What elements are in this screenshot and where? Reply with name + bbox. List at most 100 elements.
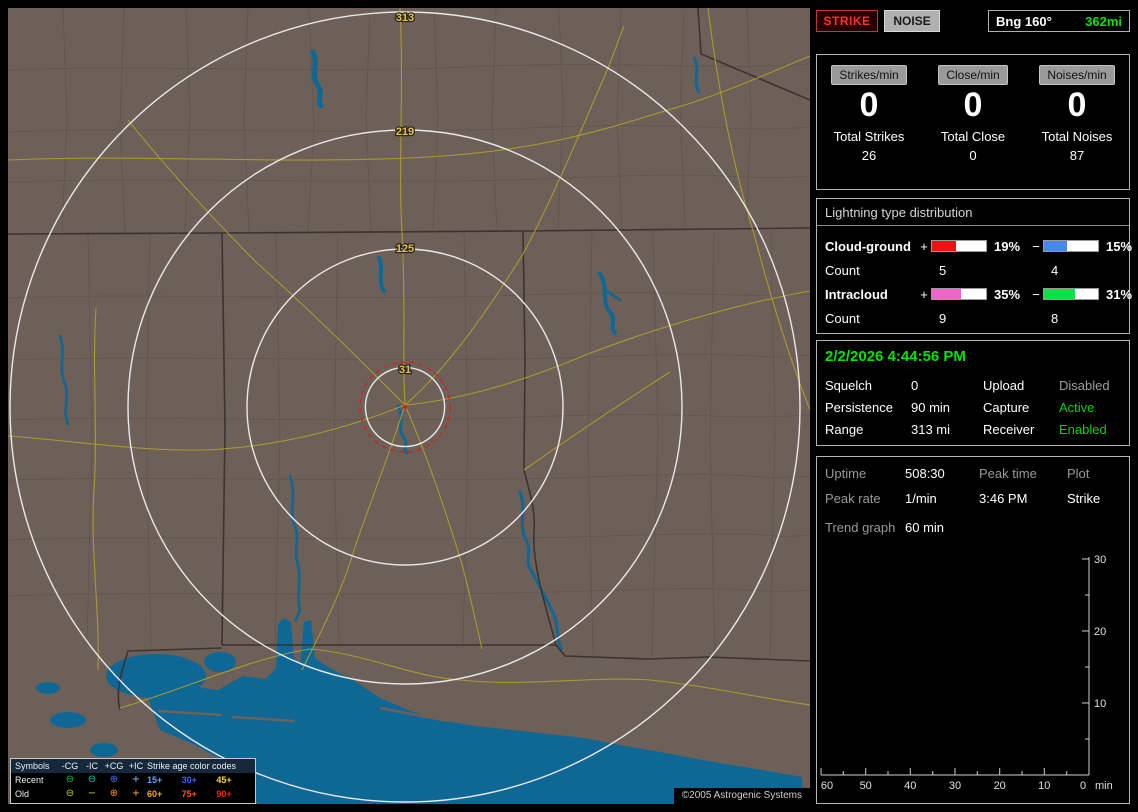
pos-ic-recent-icon: + xyxy=(131,774,141,785)
noises-column: Noises/min 0 Total Noises 87 xyxy=(1025,55,1129,189)
bearing-value: Bng 160° xyxy=(996,13,1052,29)
copyright-text: ©2005 Astrogenic Systems xyxy=(673,788,810,804)
map-legend: Symbols -CG -IC +CG +IC Strike age color… xyxy=(10,758,256,804)
squelch-value: 0 xyxy=(911,378,919,393)
lightning-map[interactable]: 313 219 125 31 Symbols -CG -IC +CG +IC S… xyxy=(8,8,810,804)
distance-value: 362mi xyxy=(1085,13,1122,29)
minus-sign: − xyxy=(1032,238,1040,254)
persistence-value: 90 min xyxy=(911,400,951,415)
legend-recent-label: Recent xyxy=(15,775,44,785)
range-ring-label: 31 xyxy=(399,364,411,376)
age-60: 60+ xyxy=(147,789,163,799)
trend-x-major-ticks xyxy=(820,768,1090,775)
age-15: 15+ xyxy=(147,775,163,785)
trend-graph-row: Trend graph 60 min xyxy=(825,520,1121,535)
capture-status: Active xyxy=(1059,400,1095,415)
total-strikes-value: 26 xyxy=(861,148,877,164)
range-ring-label: 219 xyxy=(396,126,414,138)
cloud-ground-count-row: Count 5 4 xyxy=(825,258,1121,282)
legend-col-neg-cg: -CG xyxy=(61,761,79,771)
y-tick-10: 10 xyxy=(1094,698,1106,710)
neg-ic-recent-icon: ⊖ xyxy=(87,774,97,785)
total-close-value: 0 xyxy=(969,148,977,164)
intracloud-row: Intracloud + 35% − 31% xyxy=(825,282,1132,306)
total-close-label: Total Close xyxy=(940,129,1006,145)
close-column: Close/min 0 Total Close 0 xyxy=(921,55,1025,189)
cg-minus-bar-fill xyxy=(1044,241,1067,251)
ic-plus-bar-fill xyxy=(932,289,962,299)
plot-label: Plot xyxy=(1067,466,1090,481)
receiver-marker xyxy=(402,404,408,410)
x-tick-40: 40 xyxy=(904,780,916,792)
trend-graph-label: Trend graph xyxy=(825,520,896,535)
toolbar: STRIKE NOISE Bng 160° 362mi xyxy=(816,8,1130,34)
total-strikes-label: Total Strikes xyxy=(833,129,905,145)
capture-label: Capture xyxy=(983,400,1030,415)
legend-col-pos-ic: +IC xyxy=(128,761,144,771)
ic-minus-bar xyxy=(1043,288,1099,300)
peak-time-label: Peak time xyxy=(979,466,1037,481)
legend-recent-row: Recent ⊖ ⊖ ⊕ + 15+ 30+ 45+ xyxy=(11,773,255,787)
receiver-label: Receiver xyxy=(983,422,1035,437)
close-per-min-chip[interactable]: Close/min xyxy=(938,65,1008,85)
strikes-per-min-chip[interactable]: Strikes/min xyxy=(831,65,907,85)
intracloud-label: Intracloud xyxy=(825,286,888,302)
noise-button[interactable]: NOISE xyxy=(884,10,940,32)
ic-plus-count: 9 xyxy=(939,310,947,326)
range-ring-label: 313 xyxy=(396,12,414,24)
neg-cg-recent-icon: ⊖ xyxy=(65,774,75,785)
count-label: Count xyxy=(825,310,860,326)
noises-per-min-chip[interactable]: Noises/min xyxy=(1039,65,1115,85)
range-label: Range xyxy=(825,422,864,437)
age-90: 90+ xyxy=(216,789,232,799)
clock-box: 2/2/2026 4:44:56 PM Squelch 0 Upload Dis… xyxy=(816,340,1130,446)
uptime-label: Uptime xyxy=(825,466,867,481)
minus-sign: − xyxy=(1032,286,1040,302)
cg-plus-bar xyxy=(931,240,987,252)
close-per-min-value: 0 xyxy=(963,86,983,124)
upload-label: Upload xyxy=(983,378,1025,393)
plus-sign: + xyxy=(920,238,928,254)
ic-minus-percent: 31% xyxy=(1106,286,1133,302)
datetime-display: 2/2/2026 4:44:56 PM xyxy=(825,348,966,365)
cg-minus-count: 4 xyxy=(1051,262,1059,278)
trend-graph: 60 50 40 30 20 10 0 min 30 20 10 xyxy=(820,554,1113,792)
ic-minus-count: 8 xyxy=(1051,310,1059,326)
x-tick-50: 50 xyxy=(860,780,872,792)
total-noises-value: 87 xyxy=(1069,148,1085,164)
peak-time-value: 3:46 PM xyxy=(979,491,1028,506)
pos-cg-old-icon: ⊕ xyxy=(109,788,119,799)
neg-ic-old-icon: − xyxy=(87,788,97,799)
cloud-ground-row: Cloud-ground + 19% − 15% xyxy=(825,234,1132,258)
legend-old-row: Old ⊖ − ⊕ + 60+ 75+ 90+ xyxy=(11,787,255,801)
ic-plus-percent: 35% xyxy=(994,286,1021,302)
monitor-grid: Uptime 508:30 Peak time Plot Peak rate 1… xyxy=(825,466,1121,506)
trend-graph-value: 60 min xyxy=(905,520,945,535)
cg-minus-percent: 15% xyxy=(1106,238,1133,254)
cg-plus-bar-fill xyxy=(932,241,957,251)
cg-minus-bar xyxy=(1043,240,1099,252)
ic-plus-bar xyxy=(931,288,987,300)
receiver-status: Enabled xyxy=(1059,422,1107,437)
x-tick-0: 0 xyxy=(1080,780,1086,792)
peak-rate-value: 1/min xyxy=(905,491,937,506)
y-tick-20: 20 xyxy=(1094,626,1106,638)
x-tick-10: 10 xyxy=(1038,780,1050,792)
y-tick-30: 30 xyxy=(1094,554,1106,566)
persistence-label: Persistence xyxy=(825,400,893,415)
legend-symbols-header: Symbols xyxy=(15,761,50,771)
monitor-box: Uptime 508:30 Peak time Plot Peak rate 1… xyxy=(816,456,1130,804)
strike-button[interactable]: STRIKE xyxy=(816,10,878,32)
cg-plus-count: 5 xyxy=(939,262,947,278)
x-axis-unit: min xyxy=(1095,780,1113,792)
x-tick-30: 30 xyxy=(949,780,961,792)
map-canvas[interactable]: 313 219 125 31 xyxy=(8,8,810,804)
legend-old-label: Old xyxy=(15,789,30,799)
noises-per-min-value: 0 xyxy=(1067,86,1087,124)
legend-col-neg-ic: -IC xyxy=(86,761,98,771)
range-value: 313 mi xyxy=(911,422,951,437)
rates-box: Strikes/min 0 Total Strikes 26 Close/min… xyxy=(816,54,1130,190)
pos-cg-recent-icon: ⊕ xyxy=(109,774,119,785)
range-ring-label: 125 xyxy=(396,243,414,255)
upload-status: Disabled xyxy=(1059,378,1110,393)
